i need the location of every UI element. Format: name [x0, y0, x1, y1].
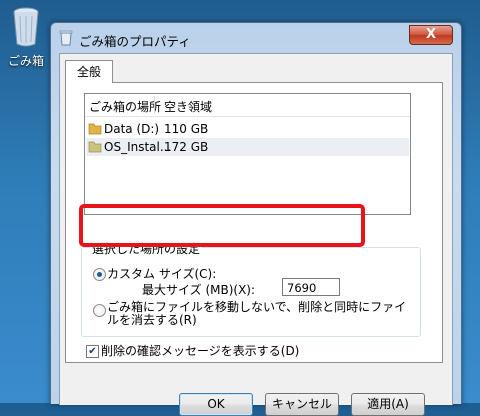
close-button[interactable]: X — [409, 25, 453, 45]
cancel-button[interactable]: キャンセル — [265, 393, 339, 416]
column-header-free-space[interactable]: 空き領域 — [164, 98, 212, 115]
drive-folder-icon — [88, 141, 102, 153]
list-header: ごみ箱の場所 空き領域 — [85, 94, 410, 117]
confirm-delete-label[interactable]: 削除の確認メッセージを表示する(D) — [101, 342, 299, 359]
custom-size-radio[interactable] — [93, 268, 106, 281]
recycle-bin-label: ごみ箱 — [7, 54, 44, 68]
desktop-recycle-bin[interactable]: ごみ箱 — [2, 6, 50, 69]
confirm-delete-checkbox[interactable]: ✔ — [86, 345, 99, 358]
ok-button[interactable]: OK — [179, 393, 253, 416]
free-space: 172 GB — [164, 140, 209, 154]
column-header-location[interactable]: ごみ箱の場所 — [89, 98, 161, 115]
location-name: Data (D:) — [104, 122, 160, 136]
list-item-data[interactable]: Data (D:) 110 GB — [86, 120, 409, 138]
recycle-bin-small-icon — [59, 30, 73, 46]
location-list[interactable]: ごみ箱の場所 空き領域 Data (D:) 110 GB OS_Instal..… — [84, 93, 411, 215]
free-space: 110 GB — [164, 122, 209, 136]
highlight-annotation-box — [79, 204, 365, 247]
location-name: OS_Instal... — [104, 140, 172, 154]
max-size-label: 最大サイズ (MB)(X): — [142, 283, 256, 297]
drive-folder-icon — [88, 123, 102, 135]
close-icon: X — [425, 27, 437, 42]
column-divider[interactable] — [154, 96, 155, 113]
location-settings-group: 選択した場所の設定 カスタム サイズ(C): 最大サイズ (MB)(X): 76… — [81, 240, 421, 337]
delete-immediately-radio[interactable] — [93, 304, 106, 317]
title-bar[interactable]: ごみ箱のプロパティ X — [51, 23, 461, 53]
recycle-bin-icon — [12, 6, 40, 48]
custom-size-label[interactable]: カスタム サイズ(C): — [107, 265, 216, 282]
delete-immediately-label[interactable]: ごみ箱にファイルを移動しないで、削除と同時にファイルを消去する(R) — [107, 301, 417, 327]
max-size-input[interactable]: 7690 — [282, 278, 340, 296]
window-title: ごみ箱のプロパティ — [79, 34, 191, 49]
list-item-os[interactable]: OS_Instal... 172 GB — [86, 138, 409, 156]
tab-general[interactable]: 全般 — [65, 60, 113, 83]
apply-button[interactable]: 適用(A) — [351, 393, 425, 416]
